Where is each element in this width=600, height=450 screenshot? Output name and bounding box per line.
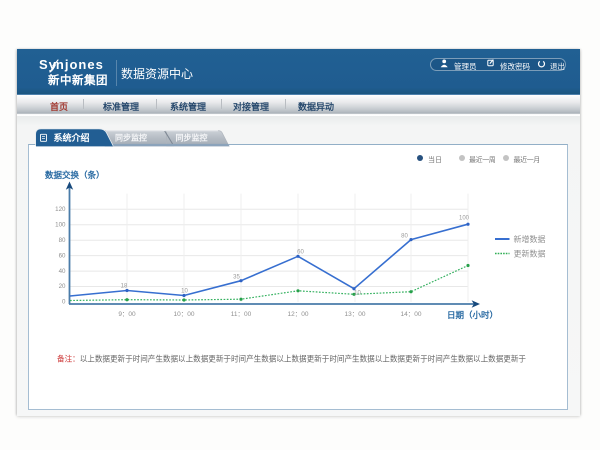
svg-text:10：00: 10：00 [174, 311, 195, 318]
svg-text:数据交换（条）: 数据交换（条） [45, 170, 105, 180]
svg-text:20: 20 [59, 283, 66, 290]
svg-text:60: 60 [59, 252, 66, 259]
svg-text:12：00: 12：00 [288, 311, 309, 318]
svg-text:日期（小时）: 日期（小时） [447, 310, 498, 320]
svg-text:0: 0 [62, 299, 66, 306]
svg-text:10: 10 [181, 289, 188, 295]
svg-text:14：00: 14：00 [401, 311, 422, 318]
svg-text:35: 35 [233, 275, 240, 281]
svg-text:10: 10 [354, 291, 361, 297]
svg-text:同步监控: 同步监控 [115, 133, 147, 143]
svg-text:11：00: 11：00 [231, 311, 252, 318]
svg-text:18: 18 [121, 284, 128, 290]
svg-text:更新数据: 更新数据 [514, 248, 546, 258]
svg-text:100: 100 [459, 216, 470, 222]
svg-text:80: 80 [401, 234, 408, 240]
svg-text:备注：以上数据更新于时间产生数据以上数据更新于时间产生数据以: 备注：以上数据更新于时间产生数据以上数据更新于时间产生数据以上数据更新于时间产生… [57, 354, 526, 364]
svg-text:新增数据: 新增数据 [514, 234, 546, 244]
svg-text:13：00: 13：00 [345, 311, 366, 318]
svg-text:60: 60 [297, 250, 304, 256]
svg-text:80: 80 [59, 237, 66, 244]
svg-text:同步监控: 同步监控 [176, 133, 208, 143]
svg-text:系统介绍: 系统介绍 [53, 132, 89, 143]
svg-text:9：00: 9：00 [118, 311, 136, 318]
svg-text:120: 120 [55, 206, 66, 213]
svg-text:100: 100 [55, 222, 66, 229]
svg-text:40: 40 [59, 268, 66, 275]
